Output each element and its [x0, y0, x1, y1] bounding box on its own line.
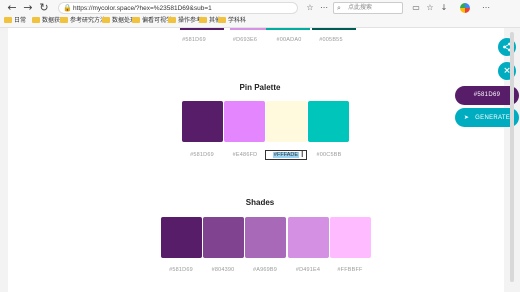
- collections-icon[interactable]: ▭: [410, 2, 422, 14]
- folder-icon: [60, 17, 68, 23]
- pin-swatch[interactable]: [224, 101, 265, 142]
- pin-palette-title: Pin Palette: [239, 83, 281, 92]
- shade-swatch[interactable]: [203, 217, 244, 258]
- folder-icon: [199, 17, 207, 23]
- send-icon: ➤: [463, 114, 470, 121]
- address-bar[interactable]: 🔒 https://mycolor.space/?hex=%23581D69&s…: [58, 2, 298, 14]
- favorites-icon[interactable]: ☆: [424, 2, 436, 14]
- bookmark-item[interactable]: 学科科: [218, 16, 246, 27]
- star-icon[interactable]: ☆: [304, 2, 316, 14]
- profile-avatar[interactable]: [460, 3, 470, 13]
- reload-icon[interactable]: ↻: [36, 1, 52, 15]
- bookmark-item[interactable]: 操作参考: [168, 16, 202, 27]
- shade-swatch[interactable]: [288, 217, 329, 258]
- folder-icon: [168, 17, 176, 23]
- top-strip-3: [266, 28, 310, 30]
- top-hex-label[interactable]: #581D69: [168, 37, 220, 43]
- shade-hex-label[interactable]: #FFBBFF: [324, 267, 376, 273]
- pin-hex-label[interactable]: #E486FD: [219, 152, 271, 158]
- browser-chrome: ← → ↻ 🔒 https://mycolor.space/?hex=%2358…: [0, 0, 520, 28]
- scrollbar[interactable]: [509, 28, 515, 292]
- folder-icon: [102, 17, 110, 23]
- top-strip-1: [180, 28, 224, 30]
- folder-icon: [32, 17, 40, 23]
- search-input[interactable]: ⌕ 点此搜索: [333, 2, 403, 14]
- bookmark-item[interactable]: 参考研究方法: [60, 16, 106, 27]
- shade-swatch[interactable]: [330, 217, 371, 258]
- pin-swatch[interactable]: [266, 101, 307, 142]
- forward-icon[interactable]: →: [20, 1, 36, 15]
- lock-icon: 🔒: [63, 4, 72, 12]
- back-icon[interactable]: ←: [4, 1, 20, 15]
- shades-title: Shades: [245, 198, 275, 207]
- folder-icon: [132, 17, 140, 23]
- scrollbar-thumb[interactable]: [510, 32, 514, 282]
- top-strip-4: [312, 28, 356, 30]
- top-hex-label[interactable]: #005B55: [305, 37, 357, 43]
- url-text[interactable]: https://mycolor.space/?hex=%23581D69&sub…: [73, 3, 212, 14]
- bookmark-item[interactable]: 日常: [4, 16, 26, 27]
- folder-icon: [4, 17, 12, 23]
- shade-swatch[interactable]: [161, 217, 202, 258]
- pin-swatch[interactable]: [308, 101, 349, 142]
- bookmarks-bar: 日常 数据获取 参考研究方法 数据处理 偏看可视学 操作参考 其他 学科科: [0, 15, 520, 28]
- pin-hex-label[interactable]: #00C5BB: [303, 152, 355, 158]
- pin-swatch[interactable]: [182, 101, 223, 142]
- menu-icon[interactable]: ⋯: [480, 2, 492, 14]
- download-icon[interactable]: ↓: [438, 2, 450, 14]
- search-placeholder: 点此搜索: [348, 5, 373, 11]
- extension-icon[interactable]: ⋯: [318, 2, 330, 14]
- search-icon: ⌕: [337, 4, 341, 12]
- bookmark-item[interactable]: 数据处理: [102, 16, 136, 27]
- folder-icon: [218, 17, 226, 23]
- shade-swatch[interactable]: [245, 217, 286, 258]
- bookmark-item[interactable]: 偏看可视学: [132, 16, 172, 27]
